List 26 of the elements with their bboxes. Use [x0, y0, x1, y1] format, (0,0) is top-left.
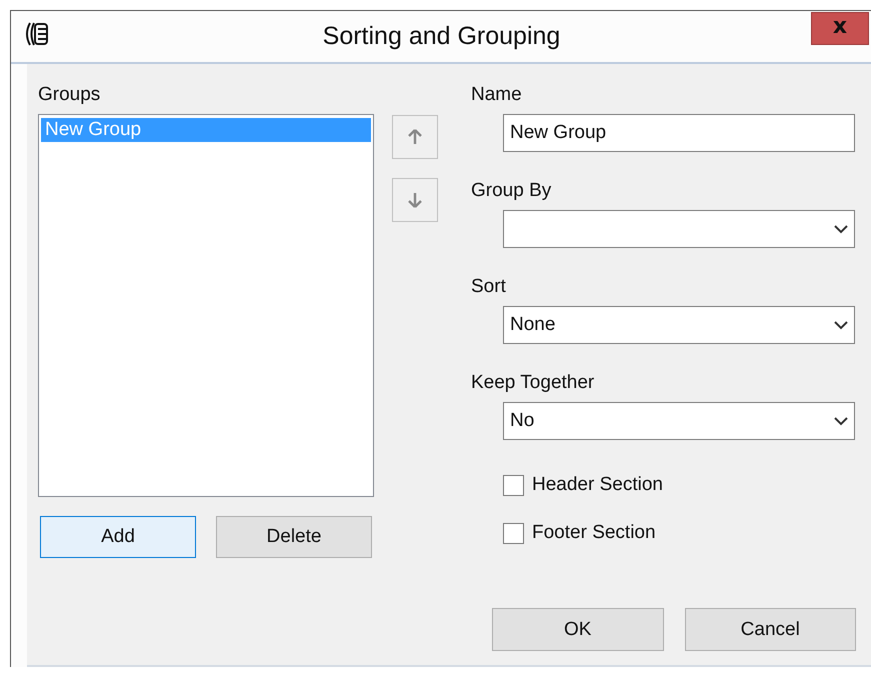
checkbox-label: Header Section: [532, 474, 663, 496]
text-field[interactable]: New Group: [503, 114, 855, 152]
checkbox-label: Footer Section: [532, 522, 656, 544]
list-action-button[interactable]: Add: [40, 516, 196, 558]
dialog-button[interactable]: OK: [492, 608, 664, 651]
field-label: Sort: [471, 276, 507, 298]
chevron-down-icon: [834, 320, 848, 330]
field-label: Name: [471, 84, 523, 106]
down-arrow-icon: [408, 192, 422, 208]
up-arrow-icon: [408, 129, 422, 145]
dropdown-field[interactable]: [503, 210, 855, 248]
field-label: Group By: [471, 180, 552, 202]
checkbox[interactable]: [503, 474, 524, 496]
field-label: Keep Together: [471, 372, 596, 394]
dialog-button[interactable]: Cancel: [684, 608, 856, 651]
move-down-button[interactable]: [392, 178, 438, 222]
move-up-button[interactable]: [392, 115, 438, 159]
checkbox[interactable]: [503, 522, 524, 544]
chevron-down-icon: [834, 224, 848, 234]
list-action-button[interactable]: Delete: [216, 516, 372, 558]
chevron-down-icon: [834, 416, 848, 426]
dropdown-field[interactable]: None: [503, 306, 855, 344]
groups-label: Groups: [38, 84, 102, 106]
dropdown-field[interactable]: No: [503, 402, 855, 440]
window-title: Sorting and Grouping: [322, 22, 560, 51]
close-button[interactable]: x: [811, 12, 869, 45]
